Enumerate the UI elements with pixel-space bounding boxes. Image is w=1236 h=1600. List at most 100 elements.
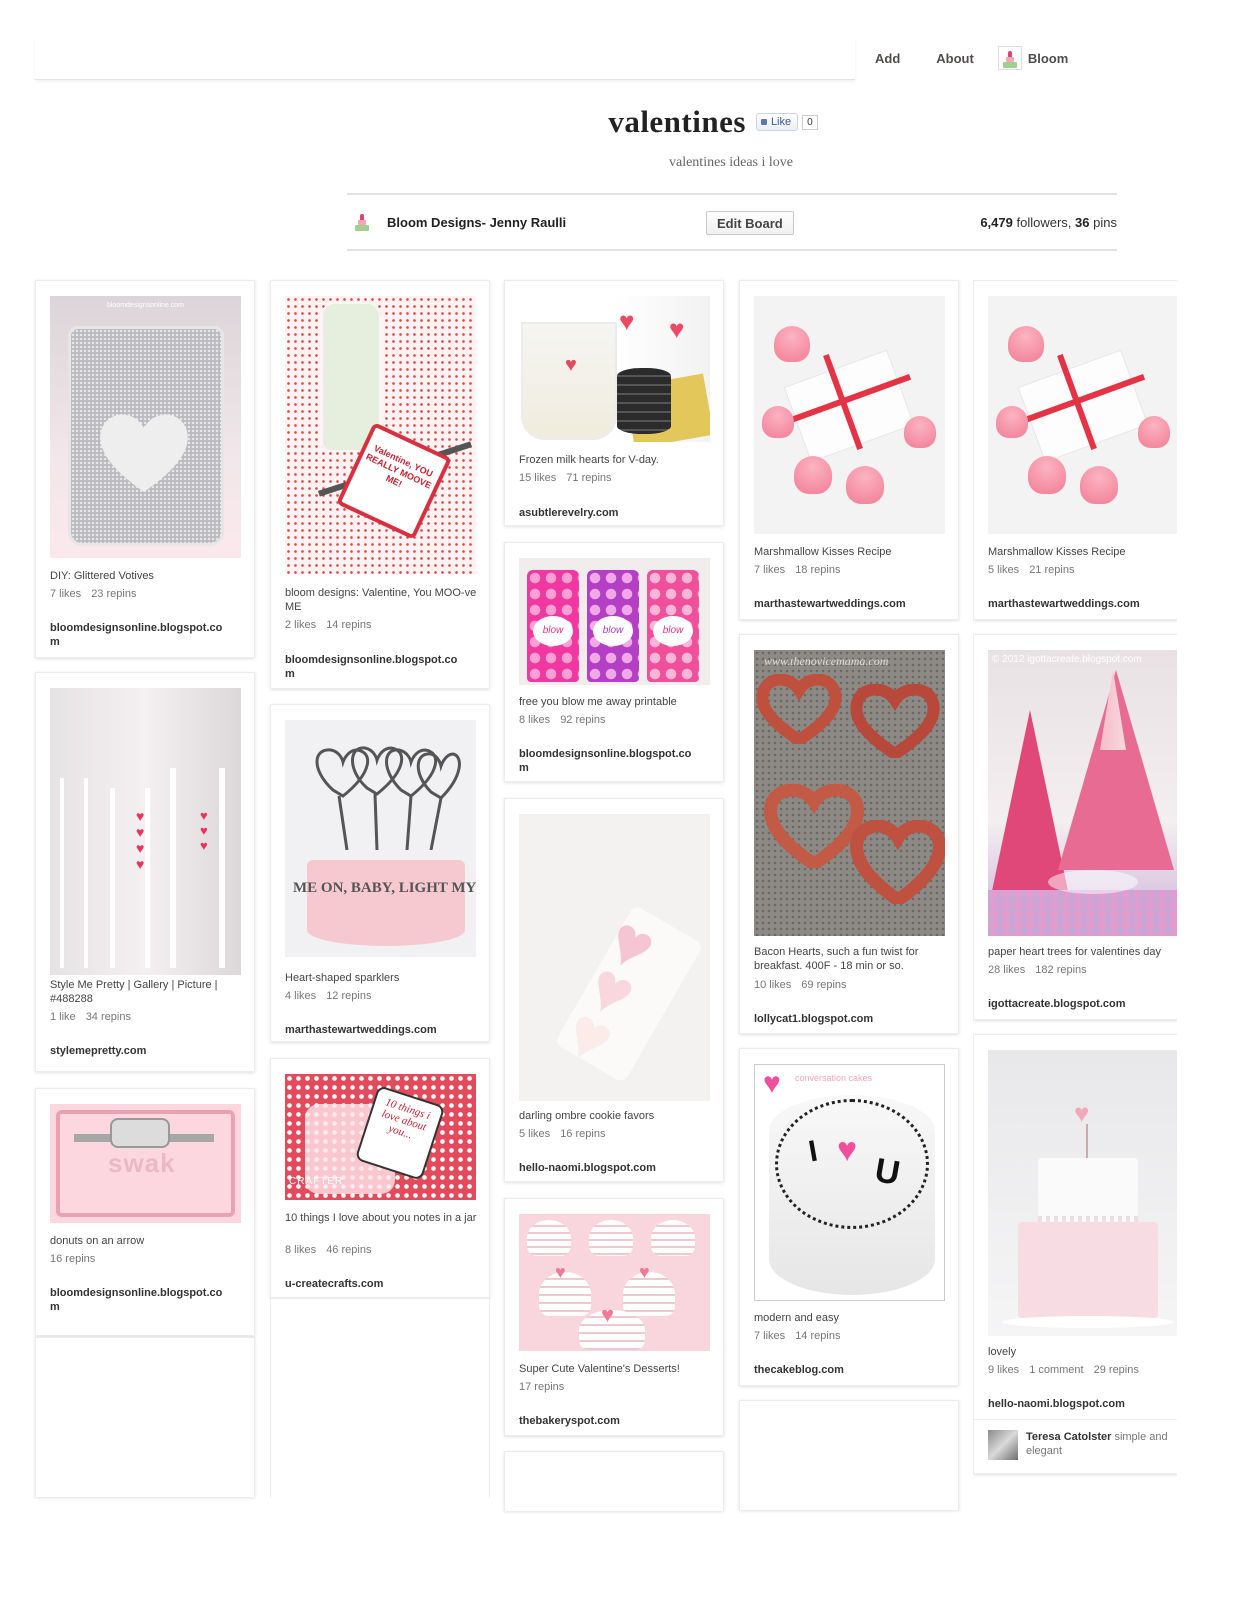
pin-likes[interactable]: 7 likes <box>50 588 81 600</box>
pin-source-link[interactable]: marthastewartweddings.com <box>988 597 1168 611</box>
heart-icon: ♥ <box>763 1067 781 1100</box>
pin-likes[interactable]: 7 likes <box>754 564 785 576</box>
pin-card[interactable]: swak donuts on an arrow 16 repins bloomd… <box>35 1088 255 1336</box>
pin-repins[interactable]: 34 repins <box>86 1011 131 1023</box>
pin-likes[interactable]: 10 likes <box>754 979 791 991</box>
pin-source-link[interactable]: bloomdesignsonline.blogspot.com <box>50 1286 230 1314</box>
pin-card[interactable]: conversation cakes ♥ I ♥ U modern and ea… <box>739 1048 959 1386</box>
pin-image[interactable]: © 2012 igottacreate.blogspot.com <box>988 650 1177 936</box>
pin-repins[interactable]: 12 repins <box>326 990 371 1002</box>
pin-repins[interactable]: 71 repins <box>566 472 611 484</box>
pin-source-link[interactable]: bloomdesignsonline.blogspot.com <box>50 621 230 649</box>
pin-card[interactable]: Valentine, YOU REALLY MOOVE ME! bloom de… <box>270 280 490 689</box>
cookie-icon <box>617 368 671 434</box>
pin-repins[interactable]: 182 repins <box>1035 964 1086 976</box>
owner-name[interactable]: Bloom Designs- Jenny Raulli <box>387 215 566 230</box>
pin-card[interactable]: ♥ lovely 9 likes 1 comment 29 repins hello… <box>973 1034 1177 1474</box>
pin-card[interactable]: bloomdesignsonline.com DIY: Glittered Vo… <box>35 280 255 658</box>
pin-likes[interactable]: 8 likes <box>519 714 550 726</box>
pin-image[interactable]: Valentine, YOU REALLY MOOVE ME! <box>285 296 476 574</box>
heart-icon: ♥ <box>837 1131 858 1169</box>
pin-likes[interactable]: 5 likes <box>519 1128 550 1140</box>
pin-card[interactable] <box>35 1337 255 1497</box>
pin-card[interactable]: ♥ ♥ ♥ darling ombre cookie favors 5 like… <box>504 798 724 1182</box>
pin-card[interactable]: Marshmallow Kisses Recipe 7 likes 18 repi… <box>739 280 959 620</box>
pin-image[interactable]: ♥ ♥ ♥ ♥ ♥ ♥ ♥ <box>50 688 241 975</box>
pin-likes[interactable]: 5 likes <box>988 564 1019 576</box>
nav-add-link[interactable]: Add <box>875 51 900 66</box>
pin-source-link[interactable]: bloomdesignsonline.blogspot.com <box>285 653 465 681</box>
pin-source-link[interactable]: hello-naomi.blogspot.com <box>988 1397 1168 1411</box>
pin-likes[interactable]: 28 likes <box>988 964 1025 976</box>
pin-image[interactable]: www.thenovicemama.com <box>754 650 945 936</box>
pin-likes[interactable]: 4 likes <box>285 990 316 1002</box>
nav-user-menu[interactable]: Bloom <box>997 46 1068 70</box>
pin-source-link[interactable]: bloomdesignsonline.blogspot.com <box>519 747 699 775</box>
pin-image[interactable]: ME ON, BABY, LIGHT MY FI <box>285 720 476 957</box>
pin-image[interactable]: ♥ ♥ ♥ <box>519 296 710 442</box>
pin-card[interactable]: ME ON, BABY, LIGHT MY FI Heart-shaped sp… <box>270 704 490 1042</box>
pin-repins[interactable]: 18 repins <box>795 564 840 576</box>
pin-image[interactable]: conversation cakes ♥ I ♥ U <box>754 1064 945 1301</box>
pin-stats: 10 likes 69 repins <box>754 979 857 991</box>
pin-card[interactable]: © 2012 igottacreate.blogspot.com paper h… <box>973 634 1177 1020</box>
pin-likes[interactable]: 1 like <box>50 1011 76 1023</box>
pin-image[interactable] <box>988 296 1177 534</box>
facebook-like-button[interactable]: Like 0 <box>755 113 818 131</box>
pin-card[interactable]: Marshmallow Kisses Recipe 5 likes 21 repi… <box>973 280 1177 620</box>
pin-source-link[interactable]: thecakeblog.com <box>754 1363 934 1377</box>
pin-source-link[interactable]: stylemepretty.com <box>50 1044 230 1058</box>
commenter-avatar[interactable] <box>988 1430 1018 1460</box>
pin-card[interactable]: 10 things i love about you... CRAFTER 10… <box>270 1058 490 1298</box>
pin-source-link[interactable]: u-createcrafts.com <box>285 1277 465 1291</box>
pin-card[interactable] <box>504 1451 724 1511</box>
pin-likes[interactable]: 9 likes <box>988 1364 1019 1376</box>
pin-source-link[interactable]: lollycat1.blogspot.com <box>754 1012 934 1026</box>
pin-likes[interactable]: 8 likes <box>285 1244 316 1256</box>
pin-likes[interactable]: 15 likes <box>519 472 556 484</box>
pin-repins[interactable]: 23 repins <box>91 588 136 600</box>
pin-source-link[interactable]: marthastewartweddings.com <box>285 1023 465 1037</box>
pin-comments[interactable]: 1 comment <box>1029 1364 1083 1376</box>
edit-board-button[interactable]: Edit Board <box>706 211 794 235</box>
pin-card[interactable] <box>739 1400 959 1510</box>
pin-image[interactable]: blow blow blow <box>519 558 710 685</box>
pin-repins[interactable]: 92 repins <box>560 714 605 726</box>
pin-image[interactable]: 10 things i love about you... CRAFTER <box>285 1074 476 1200</box>
pin-card[interactable] <box>270 1298 490 1498</box>
nav-about-link[interactable]: About <box>936 51 974 66</box>
pin-card[interactable]: ♥ ♥ ♥ ♥ ♥ ♥ ♥ Style Me Pretty | Gallery | Pic… <box>35 672 255 1072</box>
pin-image[interactable] <box>754 296 945 534</box>
pin-stats: 15 likes 71 repins <box>519 472 622 484</box>
comment-author[interactable]: Teresa Catolster <box>1026 1431 1111 1443</box>
like-label[interactable]: Like <box>755 113 799 131</box>
pin-repins[interactable]: 14 repins <box>326 619 371 631</box>
pin-image[interactable]: ♥ ♥ ♥ <box>519 1214 710 1351</box>
pin-likes[interactable]: 7 likes <box>754 1330 785 1342</box>
pin-source-link[interactable]: asubtlerevelry.com <box>519 506 699 520</box>
pin-image[interactable]: ♥ ♥ ♥ <box>519 814 710 1101</box>
pin-repins[interactable]: 16 repins <box>560 1128 605 1140</box>
pin-repins[interactable]: 17 repins <box>519 1381 564 1393</box>
pin-repins[interactable]: 21 repins <box>1029 564 1074 576</box>
pin-likes[interactable]: 2 likes <box>285 619 316 631</box>
pin-image[interactable]: swak <box>50 1104 241 1223</box>
pin-image[interactable]: ♥ <box>988 1050 1177 1336</box>
pin-repins[interactable]: 46 repins <box>326 1244 371 1256</box>
board-owner[interactable]: Bloom Designs- Jenny Raulli <box>349 208 566 236</box>
pin-source-link[interactable]: thebakeryspot.com <box>519 1414 699 1428</box>
pin-source-link[interactable]: marthastewartweddings.com <box>754 597 934 611</box>
pin-source-link[interactable]: igottacreate.blogspot.com <box>988 997 1168 1011</box>
pin-repins[interactable]: 69 repins <box>801 979 846 991</box>
pin-repins[interactable]: 16 repins <box>50 1253 95 1265</box>
pin-card[interactable]: ♥ ♥ ♥ Frozen milk hearts for V-day. 15 l… <box>504 280 724 526</box>
top-nav: Add About Bloom <box>855 36 1068 80</box>
pin-repins[interactable]: 29 repins <box>1094 1364 1139 1376</box>
pin-repins[interactable]: 14 repins <box>795 1330 840 1342</box>
pin-card[interactable]: blow blow blow free you blow me away pri… <box>504 542 724 782</box>
pin-source-link[interactable]: hello-naomi.blogspot.com <box>519 1161 699 1175</box>
followers-label[interactable]: followers, <box>1017 215 1072 230</box>
pin-card[interactable]: www.thenovicemama.com Bacon Hearts, such… <box>739 634 959 1034</box>
pin-card[interactable]: ♥ ♥ ♥ Super Cute Valentine's Desserts! 1… <box>504 1198 724 1436</box>
pin-image[interactable]: bloomdesignsonline.com <box>50 296 241 558</box>
